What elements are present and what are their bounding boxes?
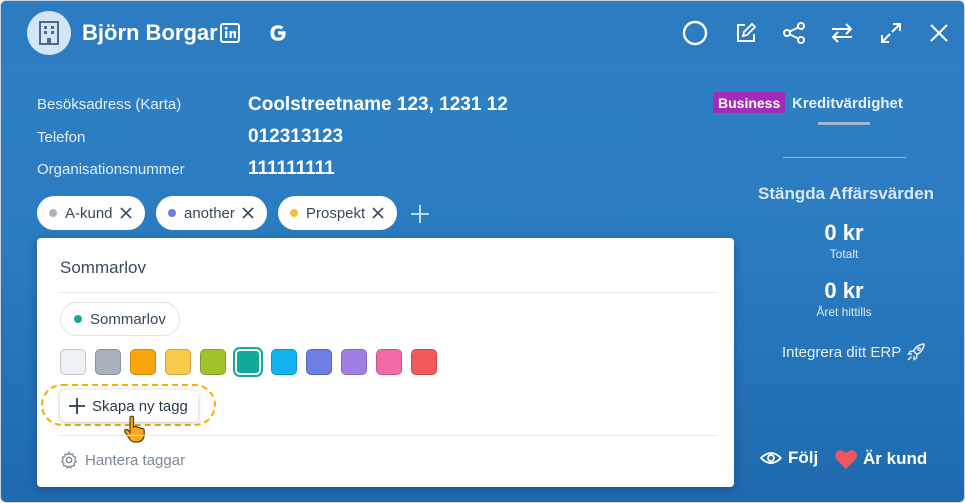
follow-label: Följ: [788, 448, 819, 467]
business-badge: Business: [713, 92, 786, 113]
heart-icon: [835, 450, 857, 469]
color-swatch-teal[interactable]: [235, 349, 261, 375]
tab-underline: [818, 122, 870, 125]
color-swatch-orange[interactable]: [130, 349, 156, 375]
remove-tag-icon[interactable]: [241, 206, 255, 220]
color-swatch-pink[interactable]: [376, 349, 402, 375]
color-swatch-green[interactable]: [200, 349, 226, 375]
eye-icon: [760, 452, 782, 464]
share-icon: [783, 22, 805, 44]
close-button[interactable]: [926, 20, 952, 46]
org-number-label: Organisationsnummer: [37, 161, 185, 178]
tag-chip-a-kund[interactable]: A-kund: [37, 196, 145, 230]
google-button[interactable]: [265, 20, 291, 46]
building-icon: [39, 21, 59, 45]
color-swatch-light-gray[interactable]: [60, 349, 86, 375]
remove-tag-icon[interactable]: [371, 206, 385, 220]
closed-deals-title: Stängda Affärsvärden: [758, 184, 935, 203]
expand-icon: [881, 23, 901, 43]
linkedin-icon: [220, 23, 240, 43]
remove-tag-icon[interactable]: [119, 206, 133, 220]
new-tag-preview: Sommarlov: [60, 302, 180, 336]
card-header: Björn Borgar: [1, 1, 964, 65]
linkedin-button[interactable]: [217, 20, 243, 46]
org-number-value: 111111111: [248, 158, 335, 179]
address-label: Besöksadress (Karta): [37, 96, 182, 113]
status-button[interactable]: [682, 20, 708, 46]
add-tag-icon[interactable]: [409, 203, 431, 225]
google-icon: [270, 25, 286, 41]
is-customer-button[interactable]: Är kund: [834, 448, 927, 470]
customer-label: Är kund: [863, 449, 928, 468]
account-card: Björn Borgar Besöksadress (Karta) Coolst…: [0, 0, 965, 503]
integrate-erp-link[interactable]: Integrera ditt ERP: [782, 342, 926, 362]
color-swatch-gray[interactable]: [95, 349, 121, 375]
rocket-icon: [907, 343, 926, 361]
create-tag-label: Skapa ny tagg: [92, 397, 188, 415]
company-avatar[interactable]: [27, 11, 71, 55]
tag-search-input[interactable]: Sommarlov: [60, 258, 146, 278]
tag-color-dot: [168, 209, 176, 217]
edit-icon: [737, 22, 757, 42]
phone-value[interactable]: 012313123: [248, 126, 343, 148]
tag-color-dot: [74, 315, 82, 323]
swap-button[interactable]: [829, 20, 855, 46]
popup-divider: [59, 292, 717, 293]
company-name: Björn Borgar: [82, 20, 218, 45]
follow-button[interactable]: Följ: [760, 448, 818, 468]
edit-button[interactable]: [733, 20, 759, 46]
share-button[interactable]: [781, 20, 807, 46]
tag-color-dot: [49, 209, 57, 217]
phone-label: Telefon: [37, 129, 86, 146]
close-icon: [930, 24, 948, 42]
pointer-hand-icon: [124, 415, 145, 443]
color-swatch-light-blue[interactable]: [271, 349, 297, 375]
circle-status-icon: [682, 20, 708, 46]
color-swatch-red[interactable]: [411, 349, 437, 375]
tag-label: Prospekt: [306, 204, 366, 222]
tag-popup: Sommarlov Sommarlov Skapa ny tagg Hanter…: [37, 238, 734, 487]
manage-tags-link[interactable]: Hantera taggar: [60, 451, 185, 469]
tag-color-dot: [290, 209, 298, 217]
tag-label: Sommarlov: [90, 310, 166, 328]
tab-credit-rating[interactable]: Kreditvärdighet: [792, 95, 903, 112]
manage-tags-label: Hantera taggar: [85, 451, 186, 469]
color-swatch-purple[interactable]: [341, 349, 367, 375]
color-swatch-blue[interactable]: [306, 349, 332, 375]
panel-divider: [783, 157, 906, 158]
expand-button[interactable]: [878, 20, 904, 46]
tag-chip-another[interactable]: another: [156, 196, 267, 230]
tag-label: A-kund: [65, 204, 113, 222]
total-amount: 0 kr: [824, 220, 864, 245]
swap-icon: [831, 23, 853, 43]
gear-icon: [60, 451, 78, 469]
color-swatch-yellow[interactable]: [165, 349, 191, 375]
plus-icon: [69, 398, 85, 414]
address-value[interactable]: Coolstreetname 123, 1231 12: [248, 94, 508, 116]
erp-label: Integrera ditt ERP: [782, 343, 902, 361]
ytd-amount: 0 kr: [824, 278, 864, 303]
ytd-label: Året hittills: [816, 305, 872, 319]
tag-chip-prospekt[interactable]: Prospekt: [278, 196, 398, 230]
popup-divider: [59, 435, 717, 436]
total-label: Totalt: [829, 247, 859, 261]
tag-label: another: [184, 204, 235, 222]
